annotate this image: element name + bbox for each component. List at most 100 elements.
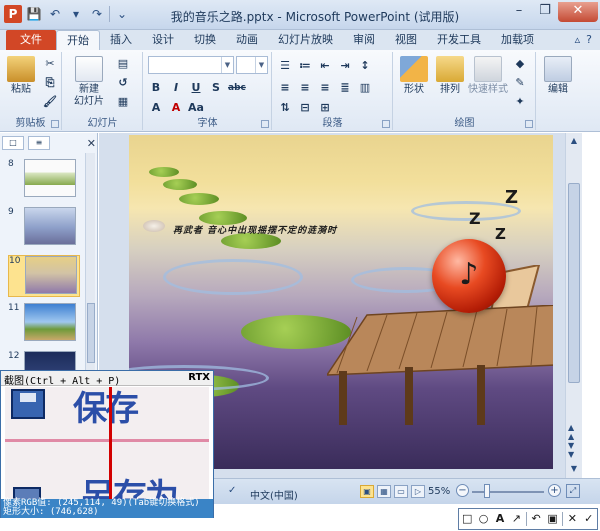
- scrollbar-thumb[interactable]: [568, 183, 580, 383]
- section-icon[interactable]: ▦: [115, 94, 131, 110]
- quick-styles-label: 快速样式: [468, 84, 508, 95]
- minimize-ribbon-icon[interactable]: ▵: [575, 33, 581, 46]
- minimize-button[interactable]: –: [506, 2, 532, 22]
- tab-transitions[interactable]: 切换: [184, 30, 226, 50]
- customize-qat-icon[interactable]: ⌄: [113, 5, 131, 23]
- slides-group-label: 幻灯片: [87, 118, 118, 129]
- tab-design[interactable]: 设计: [142, 30, 184, 50]
- fit-to-window-icon[interactable]: ⤢: [566, 484, 580, 498]
- align-left-icon[interactable]: ≡: [277, 80, 293, 96]
- arrow-tool-icon[interactable]: ↗: [509, 512, 523, 526]
- editing-button[interactable]: 编辑: [541, 56, 575, 96]
- normal-view-icon[interactable]: ▣: [360, 485, 374, 498]
- pane-tabs: □ ≡ ✕: [2, 135, 96, 151]
- tab-home[interactable]: 开始: [56, 30, 100, 50]
- tab-view[interactable]: 视图: [385, 30, 427, 50]
- font-launcher-icon[interactable]: [261, 120, 269, 128]
- ribbon: 粘贴 ✂ ⎘ 🖌 剪贴板 新建 幻灯片 ▤ ↺ ▦ 幻灯片 ▼ ▼ B I U …: [0, 50, 600, 132]
- paste-button[interactable]: 粘贴: [6, 56, 36, 96]
- qat-dropdown-icon[interactable]: ▾: [67, 5, 85, 23]
- lily-pad: [149, 167, 179, 177]
- scroll-up-icon[interactable]: ▲: [568, 135, 580, 147]
- tab-animations[interactable]: 动画: [226, 30, 268, 50]
- close-button[interactable]: ✕: [558, 2, 598, 22]
- slide-nav-buttons[interactable]: ▲ ▲ ▼ ▼: [568, 423, 574, 459]
- quick-styles-button[interactable]: 快速样式: [468, 56, 508, 96]
- tab-addins[interactable]: 加载项: [491, 30, 544, 50]
- numbering-icon[interactable]: ≔: [297, 58, 313, 74]
- reset-icon[interactable]: ↺: [115, 75, 131, 91]
- save-icon[interactable]: 💾: [25, 5, 43, 23]
- align-center-icon[interactable]: ≡: [297, 80, 313, 96]
- outline-tab-icon[interactable]: ≡: [28, 136, 50, 150]
- drawing-launcher-icon[interactable]: [525, 120, 533, 128]
- thumbnail-slide-9[interactable]: 9: [8, 207, 80, 249]
- slide-vertical-scrollbar[interactable]: ▲ ▲ ▲ ▼ ▼ ▼: [565, 133, 582, 478]
- tab-slideshow[interactable]: 幻灯片放映: [268, 30, 343, 50]
- scrollbar-thumb[interactable]: [87, 303, 95, 363]
- language-indicator[interactable]: 中文(中国): [250, 487, 298, 502]
- spellcheck-icon[interactable]: ✓: [228, 485, 242, 497]
- scroll-down-icon[interactable]: ▼: [568, 463, 580, 475]
- font-name-combo[interactable]: ▼: [148, 56, 234, 74]
- thumbnail-slide-10[interactable]: 10: [8, 255, 80, 297]
- zoom-slider-track[interactable]: [472, 491, 544, 493]
- save-icon[interactable]: ▣: [546, 512, 560, 526]
- restore-button[interactable]: ❐: [532, 2, 558, 22]
- bullets-icon[interactable]: ☰: [277, 58, 293, 74]
- strikethrough-icon[interactable]: abc: [228, 80, 246, 96]
- line-spacing-icon[interactable]: ↕: [357, 58, 373, 74]
- copy-icon[interactable]: ⎘: [42, 75, 58, 91]
- tab-insert[interactable]: 插入: [100, 30, 142, 50]
- shape-fill-icon[interactable]: ◆: [512, 56, 528, 72]
- zoom-slider-thumb[interactable]: [484, 484, 490, 498]
- cancel-icon[interactable]: ✕: [565, 512, 579, 526]
- align-right-icon[interactable]: ≡: [317, 80, 333, 96]
- clipboard-launcher-icon[interactable]: [51, 120, 59, 128]
- rectangle-tool-icon[interactable]: □: [460, 512, 474, 526]
- tab-file[interactable]: 文件: [6, 30, 56, 50]
- format-painter-icon[interactable]: 🖌: [42, 94, 58, 110]
- ellipse-tool-icon[interactable]: ○: [477, 512, 491, 526]
- zoom-out-icon[interactable]: −: [456, 484, 469, 497]
- paragraph-launcher-icon[interactable]: [382, 120, 390, 128]
- tab-review[interactable]: 审阅: [343, 30, 385, 50]
- powerpoint-logo-icon[interactable]: P: [4, 5, 22, 23]
- help-icon[interactable]: ?: [586, 33, 592, 46]
- decrease-indent-icon[interactable]: ⇤: [317, 58, 333, 74]
- confirm-icon[interactable]: ✓: [582, 512, 596, 526]
- zoom-in-icon[interactable]: +: [548, 484, 561, 497]
- underline-icon[interactable]: U: [188, 80, 204, 96]
- tab-developer[interactable]: 开发工具: [427, 30, 491, 50]
- arrange-button[interactable]: 排列: [434, 56, 466, 96]
- increase-indent-icon[interactable]: ⇥: [337, 58, 353, 74]
- reading-view-icon[interactable]: ▭: [394, 485, 408, 498]
- shadow-icon[interactable]: S: [208, 80, 224, 96]
- slideshow-view-icon[interactable]: ▷: [411, 485, 425, 498]
- undo-icon[interactable]: ↶: [46, 5, 64, 23]
- shape-effects-icon[interactable]: ✦: [512, 94, 528, 110]
- columns-icon[interactable]: ▥: [357, 80, 373, 96]
- zoom-level[interactable]: 55%: [428, 486, 450, 497]
- slides-small-buttons: ▤ ↺ ▦: [115, 56, 131, 110]
- layout-icon[interactable]: ▤: [115, 56, 131, 72]
- thumbnail-slide-8[interactable]: 8: [8, 159, 80, 201]
- italic-icon[interactable]: I: [168, 80, 184, 96]
- text-tool-icon[interactable]: A: [493, 512, 507, 526]
- shape-outline-icon[interactable]: ✎: [512, 75, 528, 91]
- font-size-combo[interactable]: ▼: [236, 56, 268, 74]
- redo-icon[interactable]: ↷: [88, 5, 106, 23]
- shapes-button[interactable]: 形状: [398, 56, 430, 96]
- new-slide-label-1: 新建: [79, 84, 99, 95]
- thumbnail-slide-11[interactable]: 11: [8, 303, 80, 345]
- bold-icon[interactable]: B: [148, 80, 164, 96]
- close-icon[interactable]: ✕: [87, 137, 96, 150]
- drawing-group-label: 绘图: [454, 118, 475, 129]
- music-note-icon[interactable]: ♪: [432, 239, 506, 313]
- undo-icon[interactable]: ↶: [529, 512, 543, 526]
- slide-sorter-icon[interactable]: ▦: [377, 485, 391, 498]
- justify-icon[interactable]: ≣: [337, 80, 353, 96]
- new-slide-button[interactable]: 新建 幻灯片: [71, 56, 107, 108]
- cut-icon[interactable]: ✂: [42, 56, 58, 72]
- slides-tab-icon[interactable]: □: [2, 136, 24, 150]
